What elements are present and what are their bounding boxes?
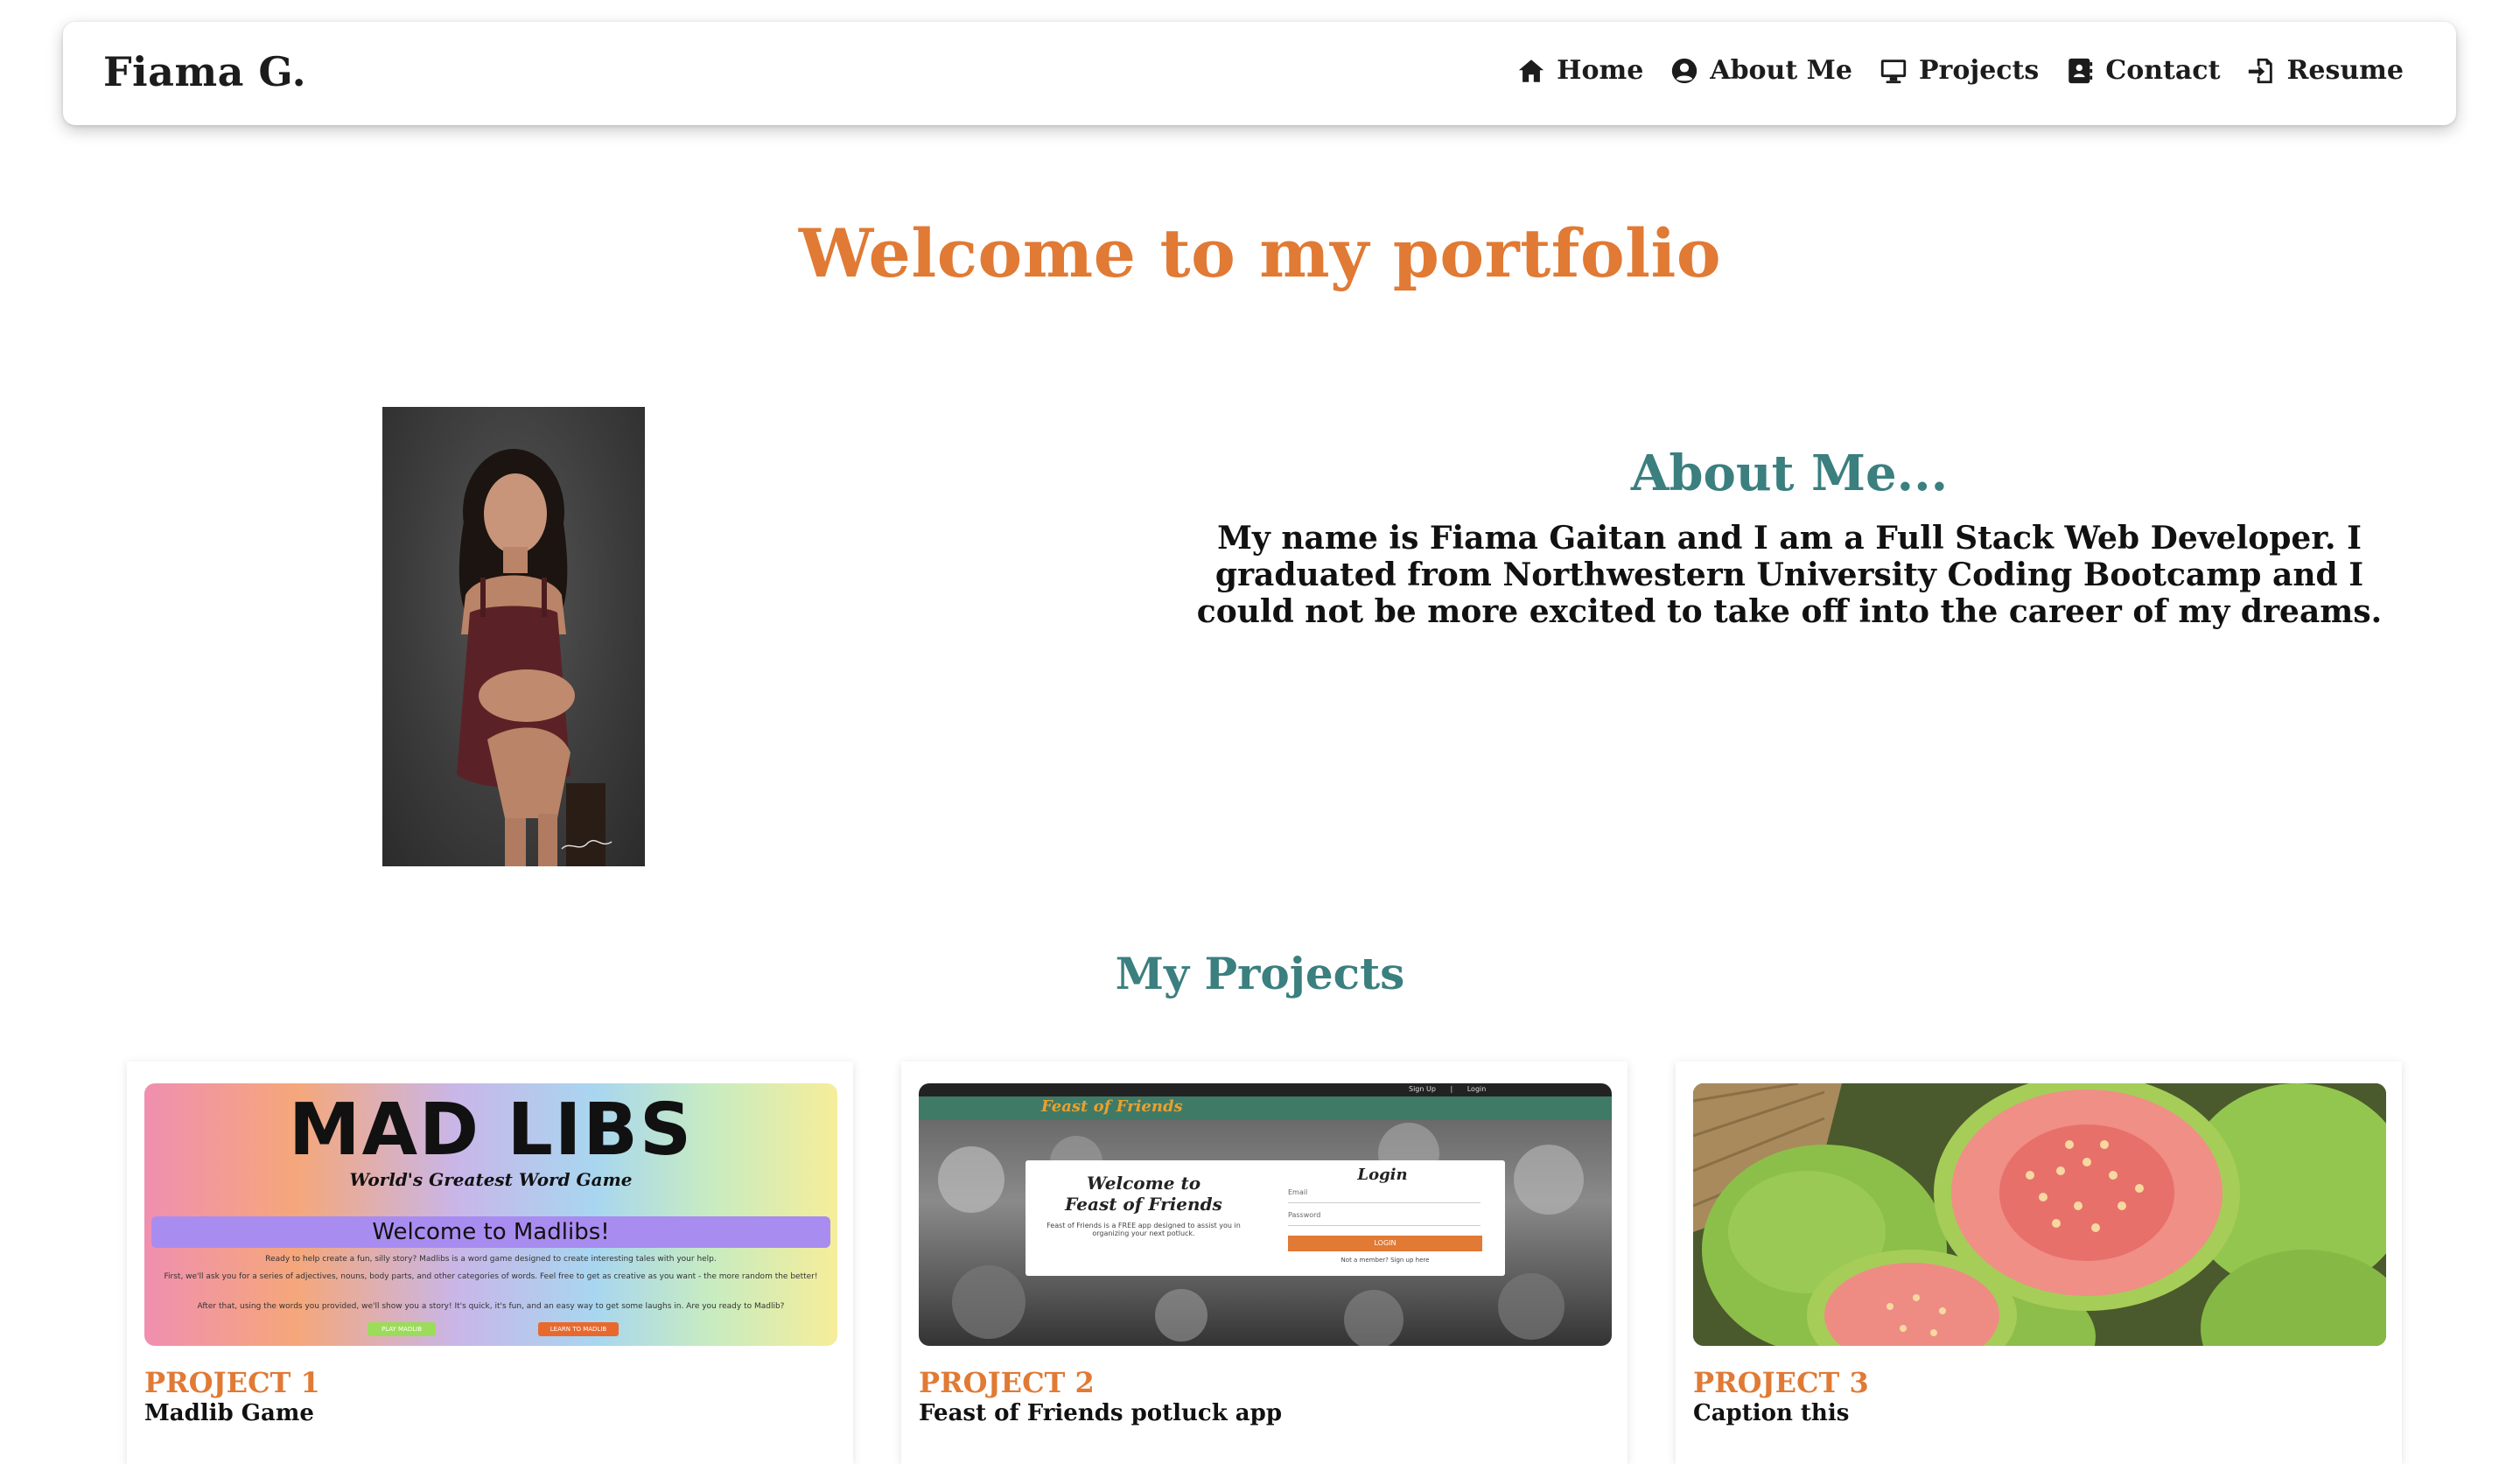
project-thumbnail-guava[interactable] (1693, 1083, 2386, 1346)
madlibs-welcome-text: Welcome to Madlibs! (372, 1219, 610, 1245)
nav-link-home[interactable]: Home (1516, 55, 1643, 86)
fof-email-field: Email (1288, 1188, 1480, 1203)
fof-password-field: Password (1288, 1211, 1480, 1226)
project-card-3[interactable]: PROJECT 3 Caption this (1676, 1061, 2402, 1464)
navbar: Fiama G. Home About Me Projects Contact … (63, 22, 2456, 125)
madlibs-learn-button: LEARN TO MADLIB (538, 1322, 619, 1336)
madlibs-tagline: World's Greatest Word Game (349, 1169, 633, 1190)
brand-logo[interactable]: Fiama G. (103, 48, 306, 95)
nav-link-projects[interactable]: Projects (1879, 55, 2039, 86)
portrait-figure (457, 449, 612, 866)
fof-dialog: Welcome to Feast of Friends Feast of Fri… (1026, 1160, 1505, 1276)
about-title: About Me... (1630, 445, 1949, 502)
home-icon (1518, 59, 1544, 82)
nav-link-label: Resume (2286, 55, 2404, 86)
nav-links: Home About Me Projects Contact Resume (1516, 55, 2404, 86)
project-subtitle: Madlib Game (144, 1400, 314, 1426)
project-label: PROJECT 3 (1693, 1366, 1869, 1399)
project-label: PROJECT 2 (919, 1366, 1095, 1399)
guava-photo (1693, 1083, 2386, 1346)
about-text: My name is Fiama Gaitan and I am a Full … (1196, 520, 2383, 630)
nav-link-label: Contact (2105, 55, 2221, 86)
fof-blurb: Feast of Friends is a FREE app designed … (1046, 1222, 1241, 1237)
project-thumbnail-feast-of-friends[interactable]: Sign Up | Login Feast of Friends Welcome… (919, 1083, 1612, 1346)
user-circle-icon (1672, 58, 1698, 83)
nav-link-label: Home (1557, 55, 1644, 86)
page-headline: Welcome to my portfolio (798, 214, 1722, 292)
madlibs-description-3: After that, using the words you provided… (197, 1302, 785, 1311)
nav-link-label: Projects (1918, 55, 2040, 86)
project-card-1[interactable]: MAD LIBS World's Greatest Word Game Welc… (127, 1061, 853, 1464)
fof-member-text: Not a member? Sign up here (1340, 1257, 1430, 1264)
file-import-icon (2249, 58, 2273, 83)
desktop-icon (1880, 59, 1907, 83)
project-card-2[interactable]: Sign Up | Login Feast of Friends Welcome… (901, 1061, 1628, 1464)
projects-title: My Projects (1115, 948, 1405, 999)
project-label: PROJECT 1 (144, 1366, 320, 1399)
project-thumbnail-madlibs[interactable]: MAD LIBS World's Greatest Word Game Welc… (144, 1083, 837, 1346)
nav-link-resume[interactable]: Resume (2246, 55, 2404, 86)
madlibs-welcome-banner: Welcome to Madlibs! (151, 1216, 830, 1248)
nav-link-contact[interactable]: Contact (2065, 55, 2220, 86)
project-subtitle: Caption this (1693, 1400, 1850, 1426)
madlibs-play-button: PLAY MADLIB (368, 1322, 436, 1336)
madlibs-description-1: Ready to help create a fun, silly story?… (265, 1255, 717, 1264)
contact-card-icon (2068, 58, 2093, 83)
nav-link-label: About Me (1710, 55, 1852, 86)
fof-login-button: LOGIN (1288, 1236, 1482, 1251)
fof-login-title: Login (1357, 1166, 1408, 1184)
fof-welcome-line1: Welcome to (1086, 1173, 1201, 1194)
madlibs-logo: MAD LIBS (289, 1089, 693, 1172)
project-subtitle: Feast of Friends potluck app (919, 1400, 1283, 1426)
profile-photo (382, 407, 645, 866)
fof-welcome-line2: Feast of Friends (1065, 1194, 1222, 1215)
madlibs-description-2: First, we'll ask you for a series of adj… (164, 1272, 818, 1281)
nav-link-about[interactable]: About Me (1670, 55, 1852, 86)
